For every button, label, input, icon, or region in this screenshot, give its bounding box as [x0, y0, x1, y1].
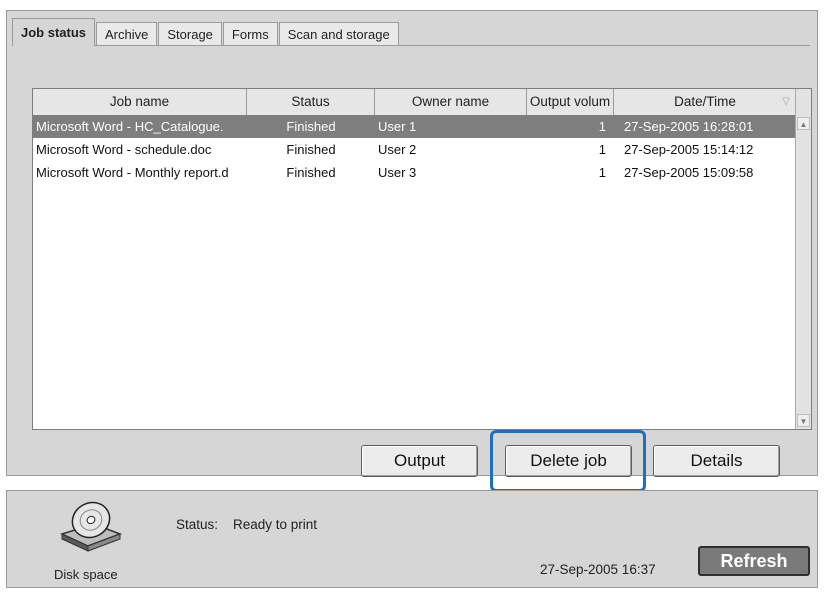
cell-job-name: Microsoft Word - schedule.doc [36, 142, 212, 157]
sort-descending-icon[interactable]: ▽ [782, 89, 790, 115]
cell-status: Finished [286, 165, 336, 180]
column-header-date-time-label: Date/Time [674, 94, 736, 109]
cell-owner-name: User 2 [378, 142, 417, 157]
cell-owner-name: User 3 [378, 165, 417, 180]
scroll-up-arrow-icon[interactable]: ▲ [797, 117, 810, 130]
tab-archive[interactable]: Archive [96, 22, 158, 46]
cell-owner-name: User 1 [378, 119, 417, 134]
tab-storage[interactable]: Storage [158, 22, 222, 46]
cell-output-volume: 1 [598, 142, 606, 157]
cell-status: Finished [286, 119, 336, 134]
cell-output-volume: 1 [598, 165, 606, 180]
status-panel [6, 490, 818, 588]
status-label: Status: [176, 517, 219, 532]
cell-output-volume: 1 [598, 119, 606, 134]
cell-date-time: 27-Sep-2005 16:28:01 [624, 119, 754, 134]
tab-job-status[interactable]: Job status [12, 18, 96, 46]
table-row[interactable]: Microsoft Word - schedule.doc Finished U… [33, 138, 796, 161]
tab-bar: Job status Archive Storage Forms Scan an… [12, 18, 400, 46]
status-value: Ready to print [233, 517, 318, 532]
current-datetime: 27-Sep-2005 16:37 [540, 562, 656, 577]
output-button[interactable]: Output [361, 445, 478, 477]
table-row[interactable]: Microsoft Word - Monthly report.d Finish… [33, 161, 796, 184]
column-header-date-time[interactable]: Date/Time ▽ [614, 89, 796, 115]
disk-space-label: Disk space [54, 567, 118, 582]
tab-forms[interactable]: Forms [222, 22, 278, 46]
cell-status: Finished [286, 142, 336, 157]
cell-job-name: Microsoft Word - HC_Catalogue. [36, 119, 224, 134]
details-button[interactable]: Details [653, 445, 780, 477]
column-header-output-volume[interactable]: Output volum [527, 89, 614, 115]
cell-date-time: 27-Sep-2005 15:14:12 [624, 142, 754, 157]
column-header-status[interactable]: Status [247, 89, 375, 115]
cell-date-time: 27-Sep-2005 15:09:58 [624, 165, 754, 180]
delete-job-highlight [490, 430, 646, 492]
column-header-job-name[interactable]: Job name [33, 89, 247, 115]
table-header: Job name Status Owner name Output volum … [33, 89, 796, 116]
column-header-owner-name[interactable]: Owner name [375, 89, 527, 115]
tab-scan-and-storage[interactable]: Scan and storage [278, 22, 399, 46]
job-table: Job name Status Owner name Output volum … [32, 88, 812, 430]
refresh-button[interactable]: Refresh [698, 546, 810, 576]
table-row[interactable]: Microsoft Word - HC_Catalogue. Finished … [33, 115, 796, 138]
vertical-scrollbar[interactable]: ▲ ▼ [795, 89, 811, 429]
cell-job-name: Microsoft Word - Monthly report.d [36, 165, 229, 180]
scroll-down-arrow-icon[interactable]: ▼ [797, 414, 810, 427]
table-body: Microsoft Word - HC_Catalogue. Finished … [33, 115, 796, 184]
disk-drive-icon [59, 501, 123, 552]
